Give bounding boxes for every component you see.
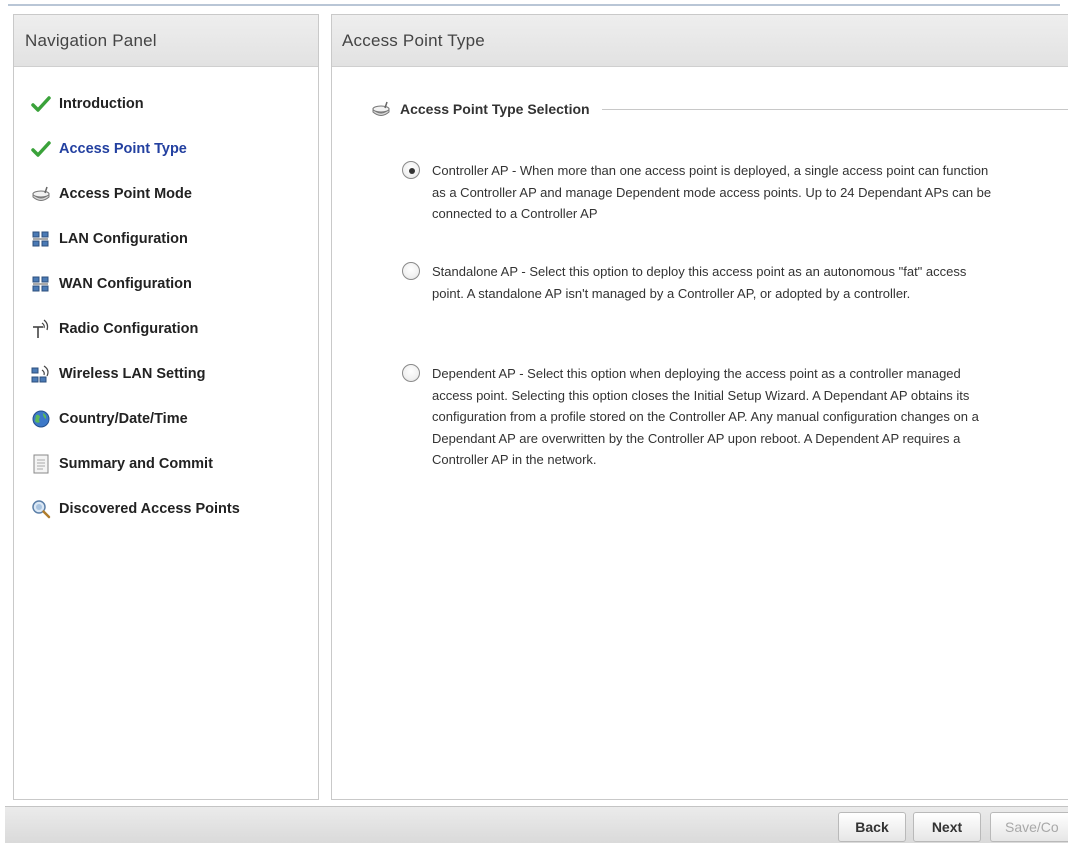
navigation-list: Introduction Access Point Type Access Po… — [14, 67, 318, 531]
nav-item-introduction[interactable]: Introduction — [14, 81, 318, 126]
nav-item-access-point-type[interactable]: Access Point Type — [14, 126, 318, 171]
antenna-icon — [30, 318, 52, 340]
nav-item-label: Discovered Access Points — [59, 500, 240, 517]
network-icon — [30, 273, 52, 295]
option-dependent-ap: Dependent AP - Select this option when d… — [402, 363, 1002, 471]
nav-item-label: Access Point Type — [59, 140, 187, 157]
nav-item-access-point-mode[interactable]: Access Point Mode — [14, 171, 318, 216]
nav-item-summary-and-commit[interactable]: Summary and Commit — [14, 441, 318, 486]
access-point-icon — [30, 183, 52, 205]
section-title: Access Point Type Selection — [400, 101, 590, 117]
back-button[interactable]: Back — [838, 812, 906, 842]
nav-item-country-date-time[interactable]: Country/Date/Time — [14, 396, 318, 441]
nav-item-label: Introduction — [59, 95, 144, 112]
document-icon — [30, 453, 52, 475]
save-commit-button[interactable]: Save/Co — [990, 812, 1068, 842]
nav-item-label: Radio Configuration — [59, 320, 199, 337]
controller-ap-radio[interactable] — [402, 161, 420, 179]
option-controller-ap: Controller AP - When more than one acces… — [402, 160, 1002, 225]
section-header: Access Point Type Selection — [370, 99, 1068, 119]
check-icon — [30, 93, 52, 115]
option-description: Controller AP - When more than one acces… — [432, 163, 992, 221]
nav-item-label: Summary and Commit — [59, 455, 213, 472]
nav-item-label: Access Point Mode — [59, 185, 192, 202]
dependent-ap-radio[interactable] — [402, 364, 420, 382]
option-description: Standalone AP - Select this option to de… — [432, 264, 967, 301]
page-title: Access Point Type — [332, 15, 1068, 67]
nav-item-label: Wireless LAN Setting — [59, 365, 206, 382]
top-divider — [8, 4, 1060, 6]
nav-item-label: LAN Configuration — [59, 230, 188, 247]
option-description: Dependent AP - Select this option when d… — [432, 366, 979, 467]
option-standalone-ap: Standalone AP - Select this option to de… — [402, 261, 1002, 304]
search-icon — [30, 498, 52, 520]
footer-bar: Back Next Save/Co — [5, 806, 1068, 843]
navigation-panel-title: Navigation Panel — [14, 15, 318, 67]
next-button[interactable]: Next — [913, 812, 981, 842]
nav-item-radio-configuration[interactable]: Radio Configuration — [14, 306, 318, 351]
access-point-icon — [370, 100, 392, 118]
nav-item-wireless-lan-setting[interactable]: Wireless LAN Setting — [14, 351, 318, 396]
nav-item-wan-configuration[interactable]: WAN Configuration — [14, 261, 318, 306]
top-stripe — [0, 0, 1068, 6]
check-icon — [30, 138, 52, 160]
section-divider — [601, 108, 1068, 110]
wireless-network-icon — [30, 363, 52, 385]
navigation-panel: Navigation Panel Introduction Access Poi… — [13, 14, 319, 800]
nav-item-discovered-access-points[interactable]: Discovered Access Points — [14, 486, 318, 531]
network-icon — [30, 228, 52, 250]
globe-icon — [30, 408, 52, 430]
nav-item-label: Country/Date/Time — [59, 410, 188, 427]
standalone-ap-radio[interactable] — [402, 262, 420, 280]
nav-item-label: WAN Configuration — [59, 275, 192, 292]
nav-item-lan-configuration[interactable]: LAN Configuration — [14, 216, 318, 261]
content-panel: Access Point Type Access Point Type Sele… — [331, 14, 1068, 800]
